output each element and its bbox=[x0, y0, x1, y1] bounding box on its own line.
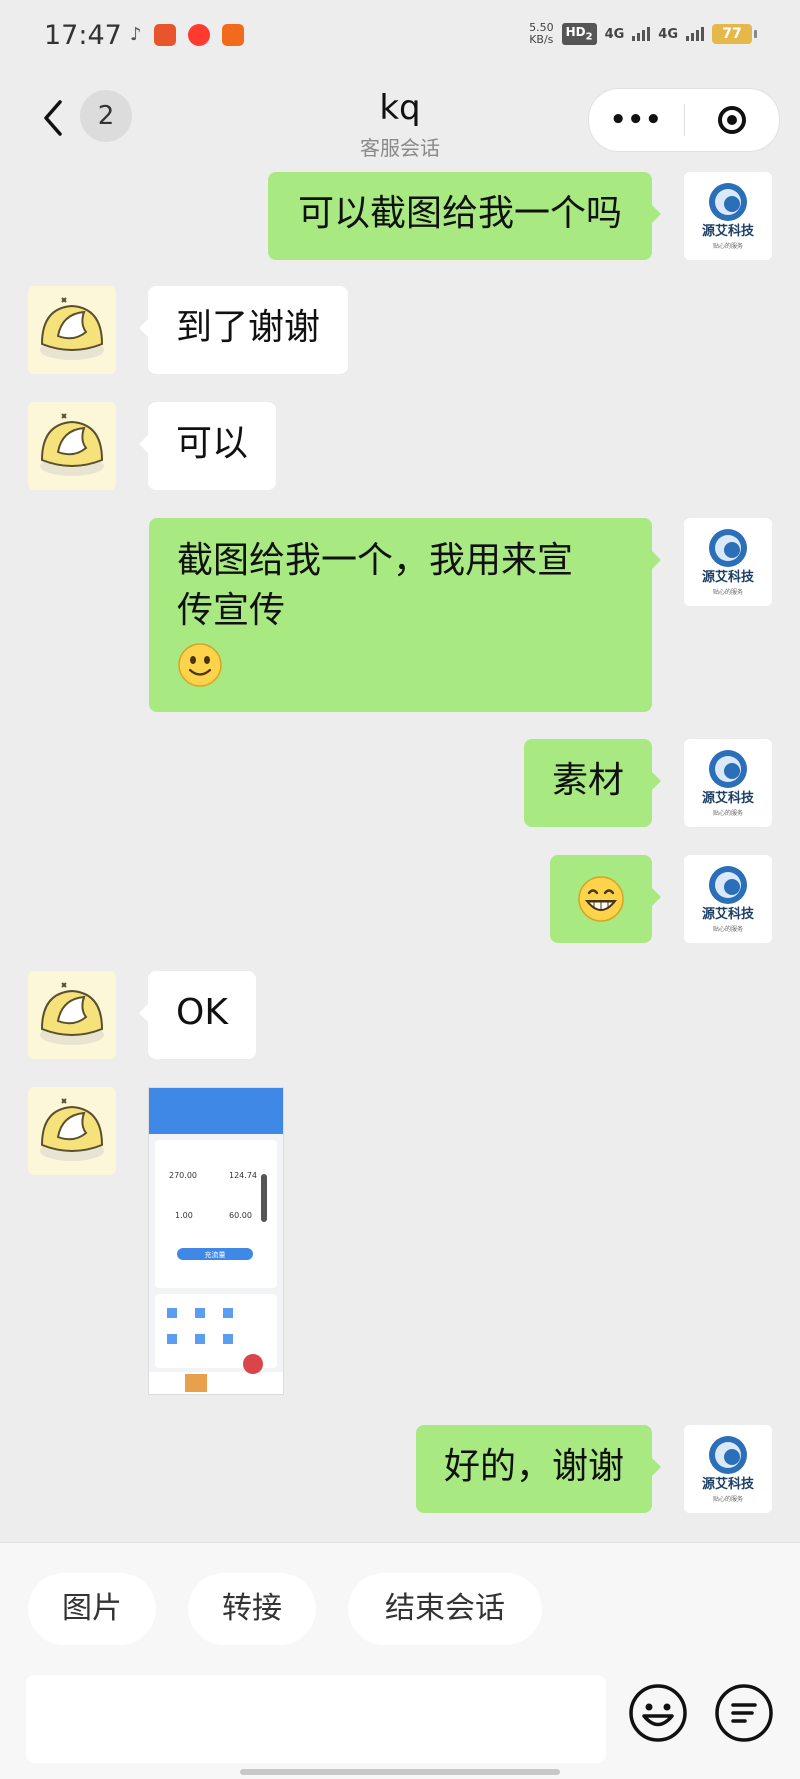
signal-icon bbox=[632, 27, 651, 41]
close-icon[interactable] bbox=[685, 106, 780, 134]
record-dot bbox=[726, 115, 737, 125]
agent-avatar[interactable]: 源艾科技 贴心的服务 bbox=[684, 739, 772, 827]
agent-avatar[interactable]: 源艾科技 贴心的服务 bbox=[684, 855, 772, 943]
message-text: 好的，谢谢 bbox=[443, 1446, 624, 1487]
menu-icon[interactable] bbox=[714, 1683, 774, 1743]
image-button[interactable]: 图片 bbox=[28, 1573, 156, 1645]
hd-icon: HD2 bbox=[561, 23, 597, 45]
hd-label: HD bbox=[565, 25, 586, 40]
message-text: OK bbox=[176, 992, 228, 1033]
signal-icon-2 bbox=[686, 27, 704, 41]
message-bubble[interactable]: 可以 bbox=[138, 402, 277, 490]
agent-logo-tagline: 贴心的服务 bbox=[713, 242, 743, 250]
agent-logo-name: 源艾科技 bbox=[702, 223, 755, 239]
agent-logo-name: 源艾科技 bbox=[702, 1476, 755, 1492]
message-bubble[interactable]: 可以截图给我一个吗 bbox=[267, 172, 662, 260]
message-list[interactable]: 可以截图给我一个吗 源艾科技 贴心的服务 到了谢谢 可以 截图给我一个，我用来宣… bbox=[0, 172, 800, 1542]
user-avatar-icon bbox=[40, 297, 104, 360]
network-4g-1: 4G bbox=[604, 26, 625, 42]
user-avatar[interactable] bbox=[28, 1087, 116, 1175]
message-text: 到了谢谢 bbox=[176, 307, 321, 348]
screenshot-image: 270.00 124.74 1.00 60.00 充流量 bbox=[149, 1088, 283, 1394]
message-text: 可以 bbox=[176, 423, 249, 464]
shop-app-icon bbox=[221, 24, 244, 46]
agent-logo-tagline: 贴心的服务 bbox=[713, 588, 743, 596]
thumb-button-label: 充流量 bbox=[205, 1250, 226, 1259]
notification-icons: ♪ bbox=[130, 24, 244, 46]
video-app-icon bbox=[187, 24, 210, 46]
message-text-line-2: 传宣传 bbox=[177, 590, 286, 631]
agent-logo-name: 源艾科技 bbox=[702, 790, 755, 806]
status-bar: 17:47 ♪ 5.50 KB/s HD2 4G 4G 77 bbox=[0, 0, 800, 78]
thumb-value-4: 60.00 bbox=[229, 1211, 252, 1220]
user-avatar-icon bbox=[40, 982, 104, 1045]
mini-program-capsule: ••• bbox=[588, 88, 780, 152]
message-bubble[interactable]: 截图给我一个，我用来宣 传宣传 bbox=[149, 518, 661, 712]
user-avatar[interactable] bbox=[28, 971, 116, 1059]
clock: 17:47 bbox=[44, 20, 122, 51]
hd-sub: 2 bbox=[585, 31, 593, 43]
app-icon bbox=[153, 24, 176, 46]
speed-unit: KB/s bbox=[529, 33, 554, 46]
message-bubble[interactable]: 到了谢谢 bbox=[138, 286, 349, 374]
battery-icon: 77 bbox=[712, 24, 757, 44]
thumb-value-1: 270.00 bbox=[169, 1171, 197, 1180]
user-avatar-icon bbox=[40, 413, 104, 476]
agent-logo-tagline: 贴心的服务 bbox=[713, 1495, 743, 1503]
agent-logo-tagline: 贴心的服务 bbox=[713, 809, 743, 817]
agent-logo-tagline: 贴心的服务 bbox=[713, 925, 743, 933]
message-text-line-1: 截图给我一个，我用来宣 bbox=[177, 540, 574, 581]
agent-logo-icon: 源艾科技 贴心的服务 bbox=[702, 529, 755, 596]
agent-logo-icon: 源艾科技 贴心的服务 bbox=[702, 750, 755, 817]
agent-logo-name: 源艾科技 bbox=[702, 906, 755, 922]
record-ring bbox=[717, 106, 746, 134]
message-text: 可以截图给我一个吗 bbox=[297, 193, 622, 234]
system-indicators: 5.50 KB/s HD2 4G 4G 77 bbox=[529, 22, 757, 46]
agent-avatar[interactable]: 源艾科技 贴心的服务 bbox=[684, 1425, 772, 1513]
home-indicator bbox=[240, 1769, 560, 1775]
smile-emoji-icon bbox=[178, 643, 222, 687]
grin-emoji-icon bbox=[578, 876, 624, 922]
message-bubble[interactable] bbox=[550, 855, 661, 943]
user-avatar[interactable] bbox=[28, 402, 116, 490]
thumb-value-3: 1.00 bbox=[175, 1211, 193, 1220]
agent-avatar[interactable]: 源艾科技 贴心的服务 bbox=[684, 172, 772, 260]
agent-avatar[interactable]: 源艾科技 贴心的服务 bbox=[684, 518, 772, 606]
transfer-button[interactable]: 转接 bbox=[188, 1573, 316, 1645]
user-avatar[interactable] bbox=[28, 286, 116, 374]
more-icon[interactable]: ••• bbox=[589, 105, 684, 135]
network-4g-2: 4G bbox=[658, 26, 678, 42]
message-bubble[interactable]: OK bbox=[139, 971, 256, 1059]
image-message-thumbnail[interactable]: 270.00 124.74 1.00 60.00 充流量 bbox=[148, 1087, 284, 1395]
user-avatar-icon bbox=[40, 1098, 104, 1161]
message-input[interactable] bbox=[26, 1675, 606, 1763]
agent-logo-icon: 源艾科技 贴心的服务 bbox=[702, 183, 755, 250]
tiktok-icon: ♪ bbox=[130, 24, 142, 45]
end-session-button[interactable]: 结束会话 bbox=[348, 1573, 542, 1645]
network-speed: 5.50 KB/s bbox=[529, 22, 554, 46]
thumb-value-2: 124.74 bbox=[229, 1171, 257, 1180]
message-text: 素材 bbox=[551, 760, 624, 801]
agent-logo-icon: 源艾科技 贴心的服务 bbox=[702, 866, 755, 933]
agent-logo-name: 源艾科技 bbox=[702, 569, 755, 585]
chat-header: 2 kq 客服会话 ••• bbox=[0, 78, 800, 172]
bottom-panel: 图片 转接 结束会话 bbox=[0, 1542, 800, 1779]
emoji-icon[interactable] bbox=[628, 1683, 688, 1743]
agent-logo-icon: 源艾科技 贴心的服务 bbox=[702, 1436, 755, 1503]
message-bubble[interactable]: 素材 bbox=[523, 739, 662, 827]
message-bubble[interactable]: 好的，谢谢 bbox=[415, 1425, 662, 1513]
